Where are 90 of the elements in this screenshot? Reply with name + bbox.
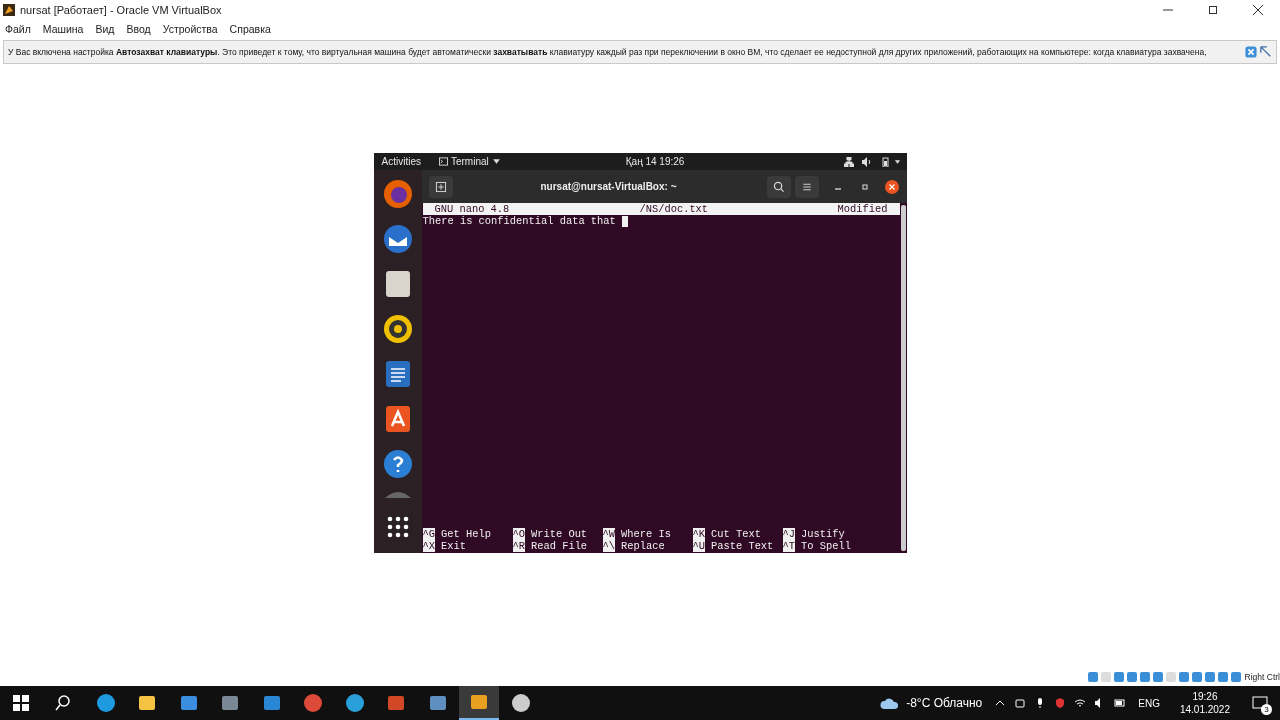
device-status-icon[interactable] bbox=[1086, 671, 1099, 683]
weather-text[interactable]: -8°C Облачно bbox=[906, 696, 983, 710]
shortcut-label: Get Help bbox=[441, 528, 491, 540]
app-icon bbox=[261, 693, 282, 713]
cloud-icon[interactable] bbox=[880, 697, 901, 709]
shortcut-key: ^J bbox=[782, 528, 795, 540]
app-icon bbox=[2, 3, 16, 17]
vm-screen[interactable] bbox=[373, 153, 907, 553]
shortcut-key: ^G bbox=[422, 528, 435, 540]
host-key-label: Right Ctrl bbox=[1244, 672, 1280, 682]
menu-item[interactable]: Машина bbox=[42, 22, 84, 35]
shortcut-label: Write Out bbox=[531, 528, 588, 540]
device-status-icon[interactable] bbox=[1151, 671, 1164, 683]
app-icon bbox=[95, 693, 116, 713]
shortcut-label: Read File bbox=[531, 540, 588, 552]
shortcut-key: ^U bbox=[692, 540, 705, 552]
app-icon bbox=[303, 693, 323, 713]
device-status-icon[interactable] bbox=[1177, 671, 1190, 683]
wifi-icon[interactable] bbox=[1074, 697, 1087, 709]
caret-icon bbox=[491, 157, 501, 166]
clock[interactable]: Қаң 14 19:26 bbox=[625, 156, 685, 167]
editor-version: GNU nano 4.8 bbox=[433, 203, 511, 215]
camera-icon[interactable] bbox=[1014, 697, 1027, 709]
device-status-icon[interactable] bbox=[1125, 671, 1138, 683]
menu-item[interactable]: Вид bbox=[95, 22, 115, 35]
editor-text-line: There is confidential data that bbox=[422, 215, 616, 227]
shortcut-key: ^X bbox=[422, 540, 435, 552]
menu-item[interactable]: Справка bbox=[229, 22, 271, 35]
app-icon bbox=[137, 693, 157, 713]
device-status-icon[interactable] bbox=[1138, 671, 1151, 683]
dock-app-icon[interactable] bbox=[382, 449, 413, 479]
file-name: /NS/doc.txt bbox=[639, 203, 710, 215]
shortcut-label: Cut Text bbox=[711, 528, 761, 540]
shortcut-key: ^K bbox=[692, 528, 705, 540]
apps-grid-icon[interactable] bbox=[386, 516, 409, 538]
taskbar-button[interactable] bbox=[459, 686, 499, 720]
app-icon bbox=[427, 693, 448, 713]
new-tab-icon[interactable] bbox=[428, 175, 453, 198]
dock-app-icon[interactable] bbox=[382, 314, 413, 344]
shortcut-label: To Spell bbox=[801, 540, 851, 552]
device-status-icon[interactable] bbox=[1203, 671, 1216, 683]
app-icon bbox=[220, 693, 240, 713]
close-icon[interactable] bbox=[1253, 5, 1263, 15]
app-icon bbox=[344, 693, 365, 713]
shortcut-label: Exit bbox=[441, 540, 466, 552]
notification-count: 3 bbox=[1261, 704, 1272, 715]
maximize-icon[interactable] bbox=[1208, 5, 1218, 15]
menu-item[interactable]: Ввод bbox=[126, 22, 151, 35]
shortcut-label: Justify bbox=[801, 528, 845, 540]
app-icon bbox=[469, 692, 489, 712]
shortcut-key: ^T bbox=[782, 540, 795, 552]
device-status-icon[interactable] bbox=[1216, 671, 1229, 683]
shortcut-label: Where Is bbox=[621, 528, 671, 540]
windows-start-icon[interactable] bbox=[13, 695, 29, 711]
battery-icon[interactable] bbox=[1114, 697, 1127, 709]
pointer-icon[interactable] bbox=[1260, 46, 1272, 58]
app-icon bbox=[510, 693, 531, 713]
shortcut-key: ^O bbox=[512, 528, 525, 540]
notification-text: У Вас включена настройка Автозахват клавиатуры. Это приведет к тому, что виртуальная машина будет автоматически захватывать клавиатуру каждый раз при переключении в окно ВМ, что сделает ее недоступной для других приложений, работающих на компьютере: когда клавиатура захвачена, bbox=[8, 47, 1208, 57]
shortcut-label: Paste Text bbox=[711, 540, 774, 552]
clock[interactable]: 19:26 14.01.2022 bbox=[1179, 690, 1230, 716]
dock-app-icon[interactable] bbox=[382, 224, 413, 254]
window-title: nursat [Работает] - Oracle VM VirtualBox bbox=[20, 4, 222, 16]
terminal-icon bbox=[438, 157, 448, 166]
menu-icon[interactable] bbox=[794, 175, 819, 198]
battery-icon[interactable] bbox=[879, 156, 890, 167]
device-status-icon[interactable] bbox=[1190, 671, 1203, 683]
search-icon[interactable] bbox=[766, 175, 791, 198]
scrollbar[interactable] bbox=[900, 205, 906, 551]
shortcut-label: Replace bbox=[621, 540, 665, 552]
shortcut-key: ^R bbox=[512, 540, 525, 552]
app-icon bbox=[178, 693, 199, 713]
shortcut-key: ^\ bbox=[602, 540, 615, 552]
app-menu[interactable]: Terminal bbox=[438, 156, 501, 167]
shortcut-key: ^W bbox=[602, 528, 615, 540]
shield-icon[interactable] bbox=[1054, 697, 1067, 709]
terminal-title: nursat@nursat-VirtualBox: ~ bbox=[539, 181, 678, 192]
network-icon[interactable] bbox=[843, 156, 854, 167]
device-status-icon[interactable] bbox=[1229, 671, 1242, 683]
text-cursor bbox=[621, 215, 628, 227]
device-status-icon[interactable] bbox=[1112, 671, 1125, 683]
volume-icon[interactable] bbox=[861, 156, 872, 167]
language-indicator[interactable]: ENG bbox=[1138, 697, 1160, 709]
menu-item[interactable]: Файл bbox=[5, 22, 31, 35]
notification-icon[interactable] bbox=[1252, 695, 1268, 711]
menu-item[interactable]: Устройства bbox=[162, 22, 218, 35]
activities-button[interactable]: Activities bbox=[381, 156, 421, 167]
app-icon bbox=[386, 693, 406, 713]
file-status: Modified bbox=[837, 203, 889, 215]
search-icon[interactable] bbox=[55, 695, 71, 711]
